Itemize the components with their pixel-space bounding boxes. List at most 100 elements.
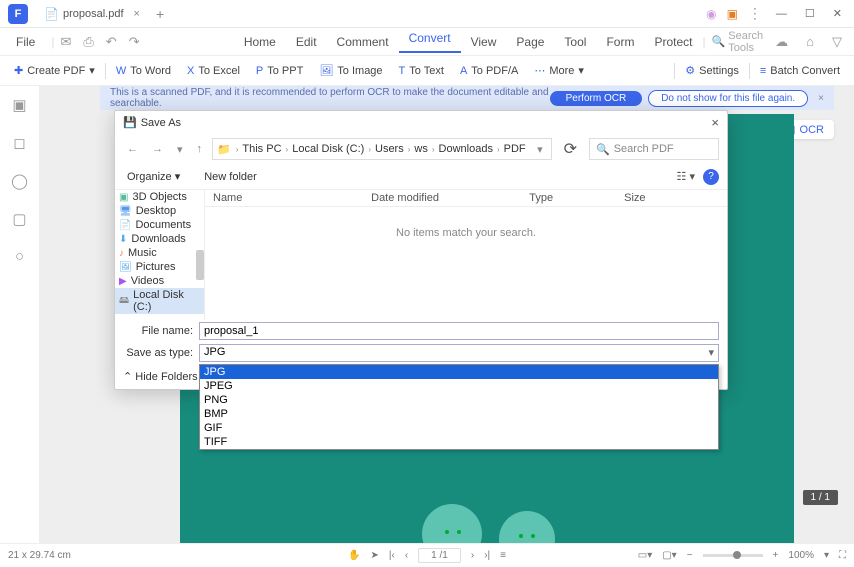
path-seg[interactable]: ws	[412, 143, 429, 155]
settings-button[interactable]: ⚙Settings	[677, 63, 747, 79]
tree-item: ⬇Downloads	[115, 232, 204, 246]
path-seg[interactable]: This PC	[240, 143, 283, 155]
option-tiff[interactable]: TIFF	[200, 435, 718, 449]
mail-icon[interactable]: ✉	[60, 34, 71, 50]
last-page-icon[interactable]: ›|	[484, 550, 490, 561]
filename-input[interactable]	[199, 322, 719, 340]
menu-form[interactable]: Form	[596, 35, 644, 49]
to-text-button[interactable]: TTo Text	[391, 65, 452, 77]
print-icon[interactable]: ⎙	[83, 34, 93, 50]
address-bar[interactable]: 📁 › This PC› Local Disk (C:)› Users› ws›…	[212, 138, 552, 160]
folder-tree[interactable]: ▣3D Objects 🖥Desktop 📄Documents ⬇Downloa…	[115, 190, 205, 320]
nav-back-icon[interactable]: ←	[123, 141, 142, 157]
view-mode-button[interactable]: ☷ ▾	[677, 170, 695, 183]
menu-comment[interactable]: Comment	[327, 35, 399, 49]
ai-icon[interactable]: ◉	[706, 7, 716, 21]
option-jpeg[interactable]: JPEG	[200, 379, 718, 393]
to-pdfa-button[interactable]: ATo PDF/A	[452, 65, 526, 77]
path-seg[interactable]: PDF	[502, 143, 528, 155]
tab-close-icon[interactable]: ×	[134, 8, 140, 20]
undo-icon[interactable]: ↶	[106, 34, 117, 50]
path-seg[interactable]: Downloads	[437, 143, 495, 155]
create-pdf-button[interactable]: ✚Create PDF▾	[6, 64, 103, 77]
menu-file[interactable]: File	[6, 35, 45, 49]
col-size[interactable]: Size	[624, 192, 719, 204]
hand-tool-icon[interactable]: ✋	[348, 550, 360, 561]
menu-home[interactable]: Home	[234, 35, 286, 49]
fullscreen-icon[interactable]: ⛶	[839, 550, 846, 561]
path-seg[interactable]: Local Disk (C:)	[290, 143, 366, 155]
search-icon[interactable]: ○	[15, 248, 24, 265]
batch-convert-button[interactable]: ≡Batch Convert	[752, 63, 848, 79]
comment-icon[interactable]: ◯	[11, 172, 28, 190]
zoom-thumb[interactable]	[733, 551, 741, 559]
batch-icon: ≡	[760, 65, 766, 77]
thumbnail-icon[interactable]: ▣	[12, 96, 26, 114]
path-seg[interactable]: Users	[373, 143, 406, 155]
dialog-close-button[interactable]: ×	[711, 115, 719, 130]
prev-page-icon[interactable]: ‹	[405, 550, 408, 561]
nav-up-icon[interactable]: ↑	[193, 141, 207, 157]
maximize-button[interactable]: ☐	[801, 7, 819, 20]
to-excel-button[interactable]: XTo Excel	[179, 65, 248, 77]
menu-protect[interactable]: Protect	[644, 35, 702, 49]
attachment-icon[interactable]: ▢	[12, 210, 26, 228]
gift-icon[interactable]: ▣	[727, 7, 738, 21]
next-page-icon[interactable]: ›	[471, 550, 474, 561]
home-icon[interactable]: ⌂	[806, 34, 814, 49]
col-type[interactable]: Type	[529, 192, 624, 204]
notice-close-icon[interactable]: ×	[818, 93, 824, 104]
nav-fwd-icon[interactable]: →	[148, 141, 167, 157]
cloud-icon[interactable]: ☁	[775, 34, 788, 50]
fit-page-icon[interactable]: ▢▾	[662, 550, 676, 561]
hide-folders-button[interactable]: ⌃ Hide Folders	[123, 370, 198, 383]
scroll-mode-icon[interactable]: ≡	[500, 550, 506, 561]
menu-view[interactable]: View	[461, 35, 507, 49]
document-tab[interactable]: 📄 proposal.pdf ×	[36, 0, 148, 27]
close-button[interactable]: ✕	[829, 7, 846, 20]
menu-page[interactable]: Page	[506, 35, 554, 49]
help-icon[interactable]: ?	[703, 169, 719, 185]
zoom-slider[interactable]	[703, 554, 763, 557]
nav-dropdown-icon[interactable]: ▾	[173, 141, 187, 158]
to-ppt-button[interactable]: PTo PPT	[248, 65, 311, 77]
col-date[interactable]: Date modified	[371, 192, 529, 204]
option-gif[interactable]: GIF	[200, 421, 718, 435]
organize-button[interactable]: Organize ▾	[123, 168, 184, 185]
minimize-button[interactable]: —	[772, 8, 791, 20]
page-input[interactable]: 1 /1	[418, 548, 461, 563]
fit-width-icon[interactable]: ▭▾	[638, 550, 652, 561]
to-image-button[interactable]: 🖼To Image	[311, 64, 390, 77]
col-name[interactable]: Name	[213, 192, 371, 204]
bookmark-icon[interactable]: ◻	[13, 134, 25, 152]
select-tool-icon[interactable]: ➤	[370, 550, 378, 561]
zoom-in-icon[interactable]: +	[773, 550, 779, 561]
option-bmp[interactable]: BMP	[200, 407, 718, 421]
option-jpg[interactable]: JPG	[200, 365, 718, 379]
new-tab-button[interactable]: +	[156, 6, 164, 22]
more-menu-icon[interactable]: ⋮	[748, 5, 762, 22]
scrollbar-thumb[interactable]	[196, 250, 204, 280]
more-button[interactable]: ⋯More▾	[526, 64, 592, 77]
refresh-icon[interactable]: ⟳	[558, 139, 583, 159]
zoom-value[interactable]: 100%	[788, 550, 814, 561]
expand-icon[interactable]: ▽	[832, 34, 842, 50]
perform-ocr-button[interactable]: Perform OCR	[550, 91, 643, 106]
menu-tool[interactable]: Tool	[554, 35, 596, 49]
zoom-out-icon[interactable]: −	[687, 550, 693, 561]
file-list[interactable]: Name Date modified Type Size No items ma…	[205, 190, 727, 320]
redo-icon[interactable]: ↷	[129, 34, 140, 50]
donot-show-button[interactable]: Do not show for this file again.	[648, 90, 808, 107]
new-folder-button[interactable]: New folder	[200, 169, 261, 185]
savetype-select[interactable]: JPG▾	[199, 344, 719, 362]
tree-item: 📄Documents	[115, 218, 204, 232]
search-input[interactable]: 🔍 Search PDF	[589, 138, 719, 160]
option-png[interactable]: PNG	[200, 393, 718, 407]
search-tools-input[interactable]: 🔍Search Tools	[712, 30, 764, 54]
menu-edit[interactable]: Edit	[286, 35, 327, 49]
first-page-icon[interactable]: |‹	[389, 550, 395, 561]
path-dropdown-icon[interactable]: ▾	[533, 141, 547, 158]
to-word-button[interactable]: WTo Word	[108, 65, 179, 77]
document-viewport[interactable]: This is a scanned PDF, and it is recomme…	[40, 86, 854, 543]
menu-convert[interactable]: Convert	[399, 31, 461, 53]
